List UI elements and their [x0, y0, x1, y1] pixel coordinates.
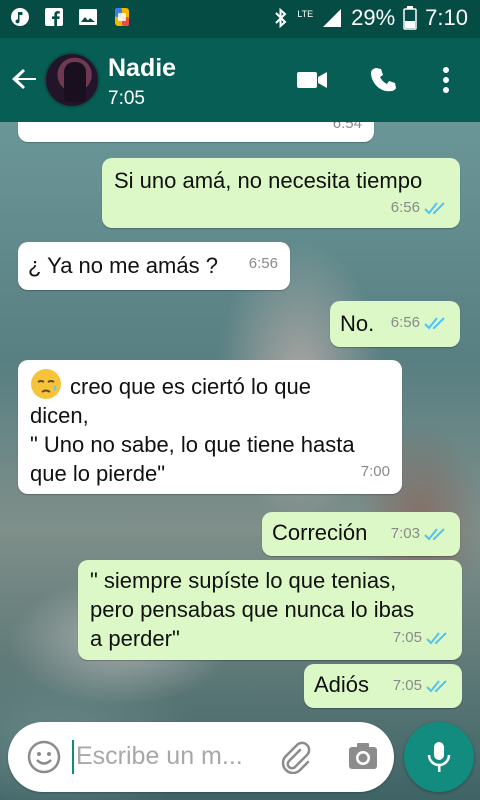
music-icon — [11, 8, 29, 26]
voice-record-button[interactable] — [404, 722, 474, 792]
notification-icons — [10, 7, 132, 27]
battery-icon — [403, 6, 417, 30]
message-incoming[interactable]: ¿ Ya no me amás ? 6:56 — [18, 242, 290, 290]
mic-icon — [427, 742, 451, 772]
contact-last-seen: 7:05 — [108, 88, 145, 109]
message-time: 7:05 — [392, 629, 422, 646]
chat-header: Nadie 7:05 — [0, 38, 480, 122]
message-time: 6:56 — [248, 255, 278, 272]
contact-avatar[interactable] — [44, 52, 100, 108]
message-composer: Escribe un m... — [8, 722, 394, 792]
read-ticks-icon — [426, 679, 447, 692]
message-time: 6:56 — [390, 314, 420, 331]
attach-icon[interactable] — [278, 740, 312, 774]
more-vert-icon[interactable] — [432, 66, 460, 94]
status-bar: LTE 29% 7:10 — [0, 0, 480, 38]
bluetooth-icon — [275, 7, 287, 29]
phone-icon[interactable] — [368, 66, 400, 94]
message-time: 6:54 — [332, 122, 362, 132]
camera-icon[interactable] — [346, 740, 380, 774]
signal-icon — [323, 9, 342, 27]
message-time: 7:05 — [392, 677, 422, 694]
system-status: LTE 29% 7:10 — [273, 5, 468, 31]
emoji-icon[interactable] — [26, 739, 62, 775]
read-ticks-icon — [424, 316, 445, 329]
gallery-icon — [79, 9, 97, 25]
message-text-line: creo que es ciertó lo que — [70, 374, 311, 399]
network-type: LTE — [297, 8, 314, 19]
read-ticks-icon — [424, 201, 445, 214]
chat-area[interactable]: 6:54 Si uno amá, no necesita tiempo 6:56… — [0, 122, 480, 800]
battery-percent: 29% — [351, 5, 396, 30]
message-outgoing[interactable]: Si uno amá, no necesita tiempo 6:56 — [102, 158, 460, 228]
clock: 7:10 — [425, 5, 468, 30]
message-outgoing[interactable]: Adiós 7:05 — [304, 664, 462, 708]
message-text-line: " siempre supíste lo que tenias, — [90, 568, 397, 593]
message-outgoing[interactable]: " siempre supíste lo que tenias, pero pe… — [78, 560, 462, 660]
message-time: 7:03 — [390, 525, 420, 542]
message-time: 6:56 — [390, 199, 420, 216]
message-text-line: pero pensabas que nunca lo ibas — [90, 597, 415, 622]
video-call-icon[interactable] — [296, 66, 328, 94]
read-ticks-icon — [426, 631, 447, 644]
message-text-line: " Uno no sabe, lo que tiene hasta — [30, 432, 355, 457]
back-arrow-icon[interactable] — [10, 64, 40, 94]
message-text-line: que lo pierde" — [30, 461, 166, 486]
message-text: Si uno amá, no necesita tiempo — [114, 168, 423, 193]
message-time: 7:00 — [360, 463, 390, 480]
sleepy-face-icon — [31, 369, 61, 399]
read-ticks-icon — [424, 527, 445, 540]
contact-name[interactable]: Nadie — [108, 54, 176, 83]
message-outgoing[interactable]: No. 6:56 — [330, 301, 460, 347]
app-icon — [115, 8, 129, 26]
facebook-icon — [45, 8, 63, 26]
message-incoming[interactable]: creo que es ciertó lo que dicen, " Uno n… — [18, 360, 402, 494]
message-outgoing[interactable]: Correción 7:03 — [262, 512, 460, 556]
message-text-line: dicen, — [30, 403, 89, 428]
message-input[interactable]: Escribe un m... — [76, 742, 243, 771]
message-incoming[interactable]: 6:54 — [18, 122, 374, 142]
text-cursor — [72, 740, 74, 774]
